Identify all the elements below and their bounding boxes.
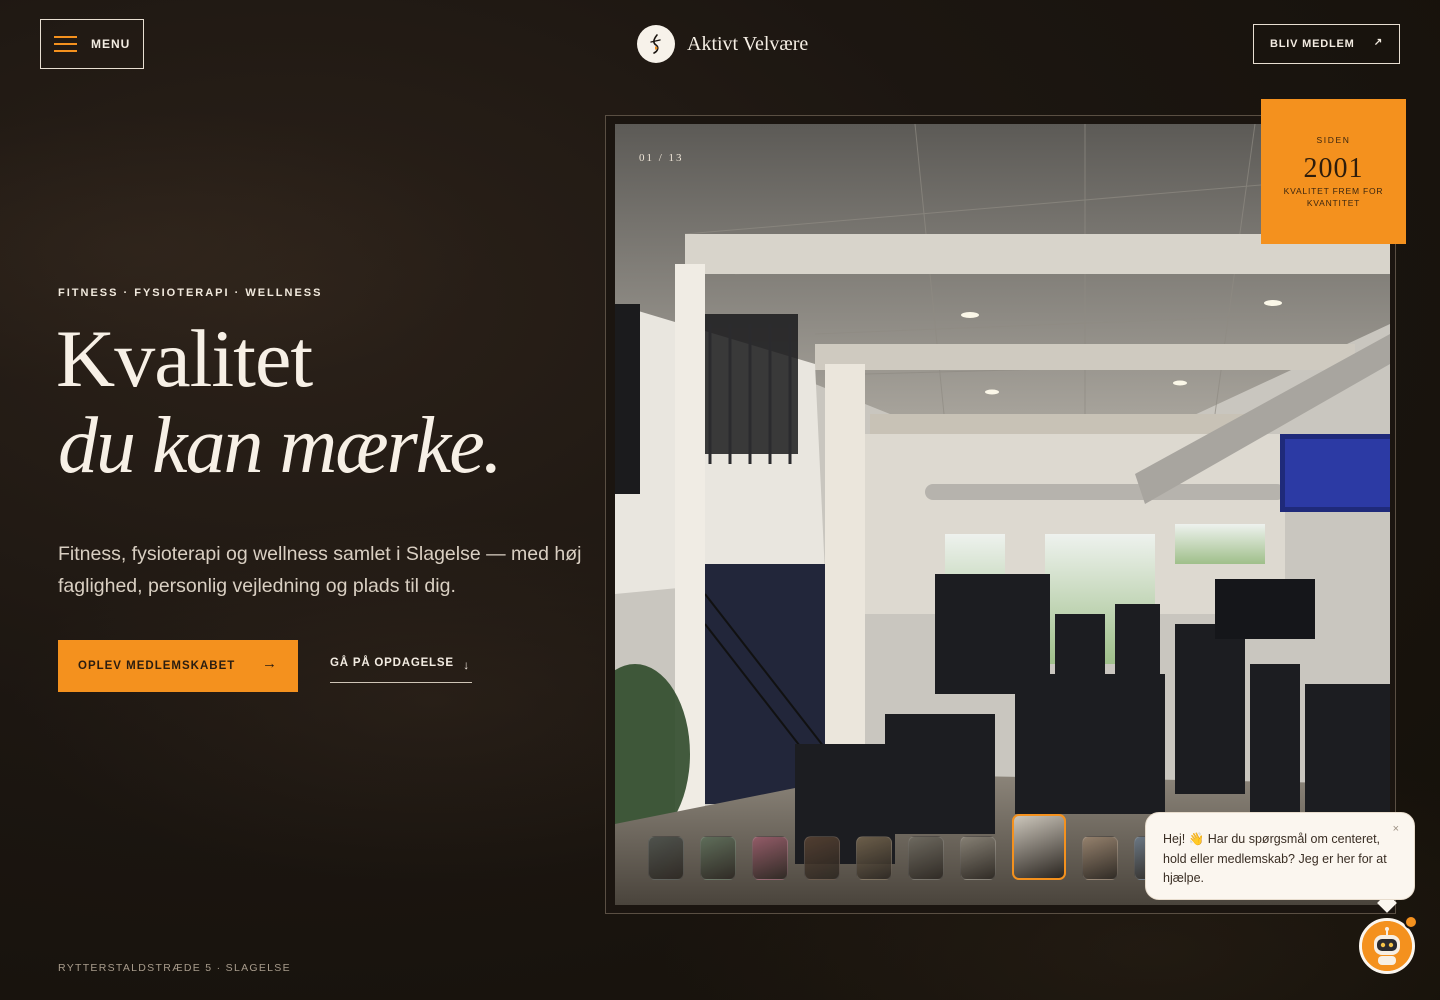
hero-eyebrow: FITNESS · FYSIOTERAPI · WELLNESS [58,287,323,299]
gallery-thumbnail[interactable] [804,836,840,880]
gallery-thumbnail[interactable] [856,836,892,880]
explore-membership-label: OPLEV MEDLEMSKABET [78,660,236,672]
hero-title-line1: Kvalitet [56,313,313,404]
discover-label: GÅ PÅ OPDAGELSE [330,657,454,669]
slide-counter: 01 / 13 [639,152,684,164]
arrow-up-right-icon: ↗ [1373,37,1383,48]
arrow-down-icon: ↓ [463,658,470,672]
gallery-thumbnail[interactable] [700,836,736,880]
become-member-button[interactable]: BLIV MEDLEM ↗ [1253,24,1400,64]
badge-motto: KVALITET FREM FOR KVANTITET [1283,186,1384,208]
arrow-right-icon: → [262,655,278,672]
gallery-thumbnail[interactable] [752,836,788,880]
notification-dot [1404,915,1418,929]
gallery-thumbnail[interactable] [1012,814,1066,880]
hero-title-line2: du kan mærke. [58,402,503,490]
chat-message: Hej! 👋 Har du spørgsmål om centeret, hol… [1163,832,1387,885]
gallery-thumbnail[interactable] [648,836,684,880]
explore-membership-button[interactable]: OPLEV MEDLEMSKABET → [58,640,298,692]
gallery-thumbnail[interactable] [1082,836,1118,880]
close-icon[interactable]: × [1393,823,1399,835]
gallery-thumbnail[interactable] [960,836,996,880]
hamburger-icon [54,35,77,53]
logo-text: Aktivt Velvære [687,32,809,55]
hero-lead: Fitness, fysioterapi og wellness samlet … [58,543,582,597]
menu-button[interactable]: MENU [40,19,144,69]
gallery-thumbnail[interactable] [908,836,944,880]
badge-since: SIDEN [1316,135,1351,145]
logo-mark-icon [637,25,675,63]
thumbnail-strip [648,814,1170,880]
chat-bubble[interactable]: Hej! 👋 Har du spørgsmål om centeret, hol… [1145,812,1415,900]
address: RYTTERSTALDSTRÆDE 5 · SLAGELSE [58,962,291,974]
menu-label: MENU [91,37,131,51]
discover-link[interactable]: GÅ PÅ OPDAGELSE ↓ [330,657,472,683]
since-badge: SIDEN 2001 KVALITET FREM FOR KVANTITET [1261,99,1406,244]
become-member-label: BLIV MEDLEM [1270,38,1355,50]
robot-icon [1362,921,1412,971]
badge-year: 2001 [1303,153,1364,184]
site-logo[interactable]: Aktivt Velvære [637,25,808,63]
